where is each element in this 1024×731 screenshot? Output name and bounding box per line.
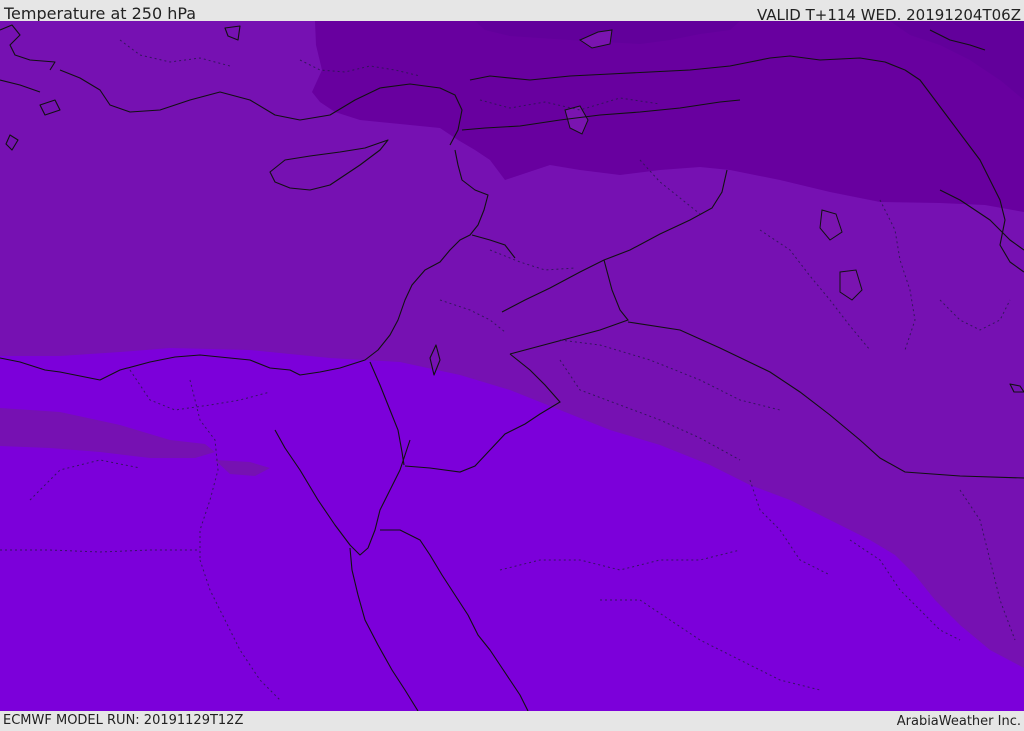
credit-label: ArabiaWeather Inc.: [896, 714, 1021, 729]
model-run-label: ECMWF MODEL RUN: 20191129T12Z: [3, 713, 244, 728]
map-canvas[interactable]: [0, 21, 1024, 711]
header-bar: Temperature at 250 hPa VALID T+114 WED. …: [0, 0, 1024, 24]
footer-bar: ECMWF MODEL RUN: 20191129T12Z ArabiaWeat…: [0, 711, 1024, 729]
map-panel[interactable]: [0, 21, 1024, 711]
